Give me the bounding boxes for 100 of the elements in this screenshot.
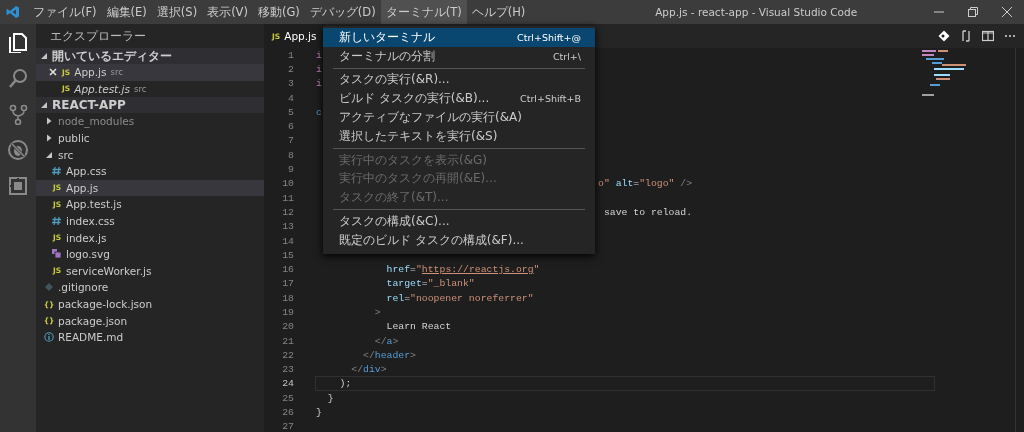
file-item[interactable]: .gitignore: [36, 279, 264, 296]
menu-option[interactable]: タスクの実行(&R)...: [323, 70, 595, 90]
code-line: href="https://reactjs.org": [385, 263, 540, 277]
line-number: 21: [281, 335, 294, 347]
hash-icon: [52, 216, 62, 227]
file-item[interactable]: logo.svg: [36, 245, 264, 263]
extensions-icon[interactable]: [7, 175, 29, 197]
option-label: ターミナルの分割: [339, 47, 435, 65]
option-label: 新しいターミナル: [339, 28, 435, 46]
line-number: 25: [281, 392, 294, 404]
menu-item[interactable]: 表示(V): [202, 0, 253, 24]
line-number: 17: [281, 278, 294, 290]
file-item[interactable]: index.css: [36, 212, 264, 230]
folder-item[interactable]: public: [36, 129, 264, 147]
line-number: 5: [287, 106, 294, 118]
line-number: 4: [287, 92, 294, 104]
line-number: 27: [281, 421, 294, 432]
menu-item[interactable]: 選択(S): [151, 0, 203, 24]
option-label: タスクの構成(&C)...: [339, 213, 450, 231]
code-line: >: [373, 306, 381, 319]
menu-option[interactable]: タスクの構成(&C)...: [323, 212, 595, 231]
menu-item[interactable]: ファイル(F): [28, 0, 102, 24]
option-label: タスクの実行(&R)...: [339, 71, 450, 89]
line-number: 7: [287, 135, 294, 147]
code-line: }: [316, 406, 322, 420]
info-icon: [44, 332, 54, 343]
shortcut-label: Ctrl+Shift+B: [520, 93, 581, 105]
shortcut-label: Ctrl+Shift+@: [517, 31, 581, 43]
line-number: 3: [287, 78, 294, 90]
diamond-icon[interactable]: [938, 30, 950, 42]
line-number: 24: [281, 378, 294, 390]
file-item[interactable]: App.css: [36, 162, 264, 180]
code-link[interactable]: https://reactjs.org: [421, 264, 534, 276]
menu-item[interactable]: ターミナル(T): [380, 0, 467, 24]
menu-item[interactable]: デバッグ(D): [304, 0, 381, 24]
shortcut-label: Ctrl+\: [552, 50, 581, 62]
file-item[interactable]: README.md: [36, 328, 264, 346]
menu-option[interactable]: 既定のビルド タスクの構成(&F)...: [323, 230, 595, 250]
line-number: 26: [281, 407, 294, 419]
menu-option[interactable]: ターミナルの分割 Ctrl+\: [323, 46, 595, 66]
collapse-caret-icon[interactable]: [40, 101, 48, 110]
expand-caret-icon[interactable]: [45, 134, 53, 143]
compare-icon[interactable]: [960, 30, 972, 42]
file-name: App.test.js: [74, 82, 130, 95]
folder-item[interactable]: src: [36, 146, 264, 163]
collapse-caret-icon[interactable]: [40, 52, 48, 60]
option-label: 選択したテキストを実行(&S): [339, 127, 498, 145]
code-line: rel="noopener noreferrer": [385, 291, 534, 305]
line-number: 1: [287, 49, 294, 61]
code-line: o" alt="logo" />: [598, 177, 693, 191]
folder-label: src: [133, 83, 147, 94]
code-line: save to reload.: [602, 205, 693, 219]
code-line: }: [326, 391, 334, 405]
expand-caret-icon[interactable]: [45, 117, 53, 126]
sidebar-title: エクスプローラー: [50, 27, 146, 45]
line-number: 6: [287, 121, 294, 133]
line-number: 19: [281, 307, 294, 318]
more-icon[interactable]: [1004, 34, 1016, 38]
code-line: </a>: [373, 334, 399, 348]
hash-icon: [52, 166, 62, 177]
line-number: 15: [281, 249, 294, 261]
branch-icon[interactable]: [7, 103, 29, 125]
bug-icon[interactable]: [7, 139, 29, 161]
folder-label: src: [110, 67, 123, 78]
line-number: 13: [281, 221, 294, 233]
search-icon[interactable]: [7, 67, 29, 89]
file-name: App.js: [74, 66, 107, 79]
close-icon[interactable]: [49, 68, 57, 77]
files-icon[interactable]: [7, 31, 29, 53]
line-number: 23: [281, 364, 294, 376]
close-icon[interactable]: [1002, 7, 1012, 17]
line-number: 14: [281, 235, 294, 247]
line-number: 12: [281, 206, 294, 218]
collapse-caret-icon[interactable]: [45, 150, 53, 159]
code-line: c: [316, 105, 322, 119]
line-number: 16: [281, 264, 294, 276]
split-editor-icon[interactable]: [982, 30, 994, 42]
code-line: i: [316, 77, 322, 91]
image-file-icon: [52, 249, 62, 260]
menu-option[interactable]: 新しいターミナル Ctrl+Shift+@: [323, 28, 595, 47]
line-number: 2: [287, 63, 294, 75]
code-line: </header>: [362, 348, 416, 362]
line-number: 22: [281, 349, 294, 361]
menu-item[interactable]: 編集(E): [101, 0, 152, 24]
window-title: App.js - react-app - Visual Studio Code: [654, 6, 859, 18]
line-number: 11: [281, 192, 294, 204]
line-number: 20: [281, 321, 294, 333]
app-logo: [6, 5, 20, 19]
menu-option[interactable]: ビルド タスクの実行(&B)... Ctrl+Shift+B: [323, 89, 595, 109]
menu-option[interactable]: 選択したテキストを実行(&S): [323, 127, 595, 146]
minimap-drawing: [922, 50, 968, 96]
option-label: 実行中のタスクを表示(&G): [339, 151, 488, 169]
menu-option[interactable]: アクティブなファイルの実行(&A): [323, 108, 595, 127]
menu-item[interactable]: 移動(G): [252, 0, 305, 24]
option-label: 既定のビルド タスクの構成(&F)...: [339, 231, 524, 249]
option-label: タスクの終了(&T)...: [339, 189, 449, 207]
menu-item[interactable]: ヘルプ(H): [466, 0, 531, 24]
restore-icon[interactable]: [968, 7, 978, 17]
folder-item[interactable]: node_modules: [36, 113, 264, 130]
line-number: 9: [287, 164, 294, 175]
